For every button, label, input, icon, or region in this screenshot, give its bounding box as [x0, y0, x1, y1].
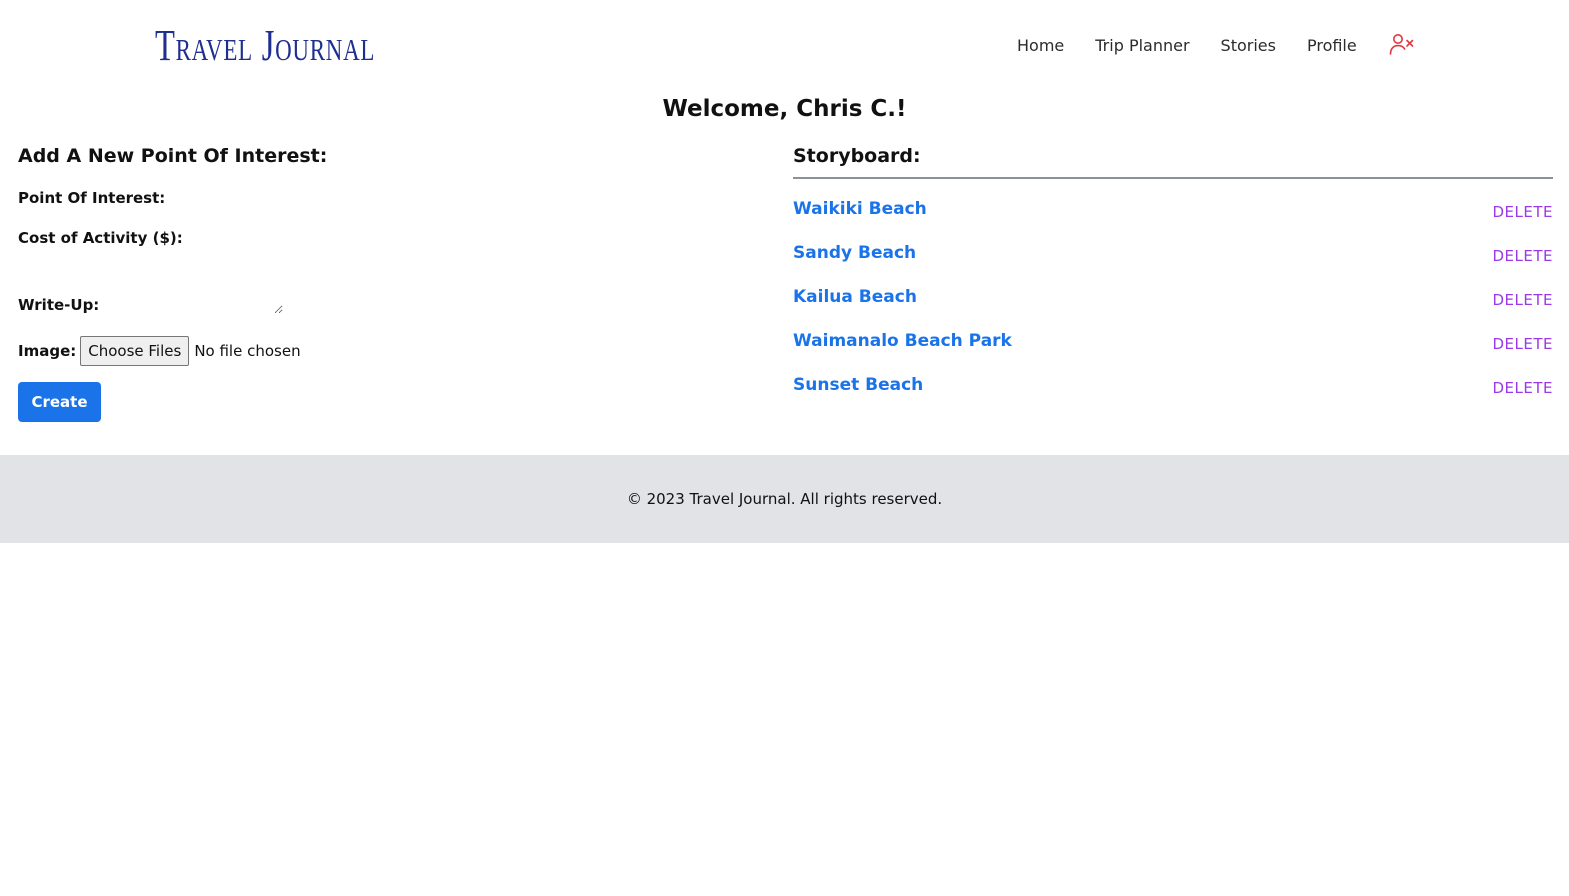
writeup-field-row: Write-Up:	[18, 292, 284, 314]
nav-home-link[interactable]: Home	[1017, 36, 1064, 55]
nav-trip-planner-link[interactable]: Trip Planner	[1095, 36, 1189, 55]
story-link[interactable]: Sandy Beach	[793, 243, 916, 263]
main-nav: Home Trip Planner Stories Profile	[1017, 30, 1416, 60]
delete-button[interactable]: DELETE	[1492, 203, 1553, 221]
poi-label: Point Of Interest:	[18, 189, 166, 207]
list-item: Kailua Beach DELETE	[793, 279, 1553, 323]
add-poi-form: Add A New Point Of Interest: Point Of In…	[18, 140, 758, 422]
poi-input[interactable]	[169, 187, 370, 209]
delete-button[interactable]: DELETE	[1492, 291, 1553, 309]
story-link[interactable]: Waikiki Beach	[793, 199, 927, 219]
writeup-textarea[interactable]	[103, 292, 284, 314]
writeup-label: Write-Up:	[18, 296, 100, 314]
list-item: Waimanalo Beach Park DELETE	[793, 323, 1553, 367]
storyboard-list: Waikiki Beach DELETE Sandy Beach DELETE …	[793, 191, 1553, 411]
storyboard-title: Storyboard:	[793, 140, 1553, 179]
site-logo[interactable]: Travel Journal	[155, 18, 375, 74]
choose-files-button[interactable]: Choose Files	[80, 336, 190, 366]
create-button[interactable]: Create	[18, 382, 101, 422]
cost-input[interactable]	[186, 227, 387, 249]
cost-field-row: Cost of Activity ($):	[18, 227, 387, 249]
story-link[interactable]: Kailua Beach	[793, 287, 917, 307]
list-item: Waikiki Beach DELETE	[793, 191, 1553, 235]
story-link[interactable]: Waimanalo Beach Park	[793, 331, 1012, 351]
site-header: Travel Journal Home Trip Planner Stories…	[0, 0, 1569, 92]
image-label: Image:	[18, 342, 77, 360]
delete-button[interactable]: DELETE	[1492, 379, 1553, 397]
delete-button[interactable]: DELETE	[1492, 335, 1553, 353]
story-link[interactable]: Sunset Beach	[793, 375, 923, 395]
user-remove-icon[interactable]	[1388, 31, 1416, 59]
welcome-heading: Welcome, Chris C.!	[662, 96, 907, 122]
site-footer: © 2023 Travel Journal. All rights reserv…	[0, 455, 1569, 543]
form-title: Add A New Point Of Interest:	[18, 145, 328, 167]
nav-profile-link[interactable]: Profile	[1307, 36, 1357, 55]
nav-stories-link[interactable]: Stories	[1221, 36, 1276, 55]
copyright-text: © 2023 Travel Journal. All rights reserv…	[626, 490, 943, 508]
file-status-text: No file chosen	[194, 342, 301, 360]
cost-label: Cost of Activity ($):	[18, 229, 183, 247]
list-item: Sandy Beach DELETE	[793, 235, 1553, 279]
list-item: Sunset Beach DELETE	[793, 367, 1553, 411]
image-field-row: Image: Choose Files No file chosen	[18, 336, 301, 366]
poi-field-row: Point Of Interest:	[18, 187, 370, 209]
storyboard-panel: Storyboard: Waikiki Beach DELETE Sandy B…	[793, 140, 1553, 411]
delete-button[interactable]: DELETE	[1492, 247, 1553, 265]
